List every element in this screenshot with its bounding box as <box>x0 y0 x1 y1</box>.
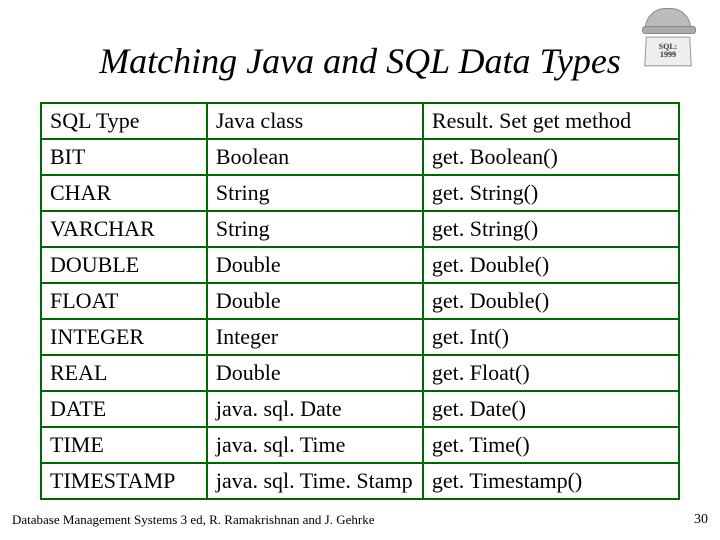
cell-resultset: get. Int() <box>423 319 679 355</box>
page-number: 30 <box>694 512 708 528</box>
cell-sql-type: TIMESTAMP <box>41 463 207 499</box>
table-row: FLOAT Double get. Double() <box>41 283 679 319</box>
cell-java-class: Double <box>207 247 423 283</box>
cell-resultset: get. Float() <box>423 355 679 391</box>
cell-sql-type: DATE <box>41 391 207 427</box>
footer: Database Management Systems 3 ed, R. Ram… <box>12 512 708 528</box>
cell-sql-type: BIT <box>41 139 207 175</box>
cell-sql-type: REAL <box>41 355 207 391</box>
table-header-row: SQL Type Java class Result. Set get meth… <box>41 103 679 139</box>
table-row: TIME java. sql. Time get. Time() <box>41 427 679 463</box>
cell-sql-type: TIME <box>41 427 207 463</box>
cell-resultset: get. Boolean() <box>423 139 679 175</box>
cell-sql-type: DOUBLE <box>41 247 207 283</box>
table-row: DATE java. sql. Date get. Date() <box>41 391 679 427</box>
cell-java-class: Boolean <box>207 139 423 175</box>
cell-resultset: get. Time() <box>423 427 679 463</box>
cell-java-class: java. sql. Time. Stamp <box>207 463 423 499</box>
cell-java-class: java. sql. Date <box>207 391 423 427</box>
cell-resultset: get. String() <box>423 175 679 211</box>
logo-line2: 1999 <box>660 51 676 59</box>
cell-sql-type: FLOAT <box>41 283 207 319</box>
sql-logo: SQL: 1999 <box>636 8 700 72</box>
header-java-class: Java class <box>207 103 423 139</box>
slide: SQL: 1999 Matching Java and SQL Data Typ… <box>0 0 720 540</box>
cell-java-class: Double <box>207 355 423 391</box>
table-row: CHAR String get. String() <box>41 175 679 211</box>
cell-java-class: java. sql. Time <box>207 427 423 463</box>
helmet-icon <box>645 8 691 32</box>
table-row: REAL Double get. Float() <box>41 355 679 391</box>
cell-resultset: get. Double() <box>423 283 679 319</box>
header-sql-type: SQL Type <box>41 103 207 139</box>
cell-resultset: get. String() <box>423 211 679 247</box>
table-row: INTEGER Integer get. Int() <box>41 319 679 355</box>
table-row: BIT Boolean get. Boolean() <box>41 139 679 175</box>
header-resultset: Result. Set get method <box>423 103 679 139</box>
table-row: DOUBLE Double get. Double() <box>41 247 679 283</box>
footer-text: Database Management Systems 3 ed, R. Ram… <box>12 512 374 527</box>
book-icon: SQL: 1999 <box>644 37 692 67</box>
cell-java-class: String <box>207 211 423 247</box>
cell-java-class: Double <box>207 283 423 319</box>
cell-resultset: get. Double() <box>423 247 679 283</box>
cell-sql-type: VARCHAR <box>41 211 207 247</box>
type-mapping-table: SQL Type Java class Result. Set get meth… <box>40 102 680 500</box>
cell-java-class: String <box>207 175 423 211</box>
cell-sql-type: INTEGER <box>41 319 207 355</box>
cell-java-class: Integer <box>207 319 423 355</box>
table-row: VARCHAR String get. String() <box>41 211 679 247</box>
table-row: TIMESTAMP java. sql. Time. Stamp get. Ti… <box>41 463 679 499</box>
cell-resultset: get. Timestamp() <box>423 463 679 499</box>
cell-sql-type: CHAR <box>41 175 207 211</box>
cell-resultset: get. Date() <box>423 391 679 427</box>
slide-title: Matching Java and SQL Data Types <box>40 40 680 82</box>
